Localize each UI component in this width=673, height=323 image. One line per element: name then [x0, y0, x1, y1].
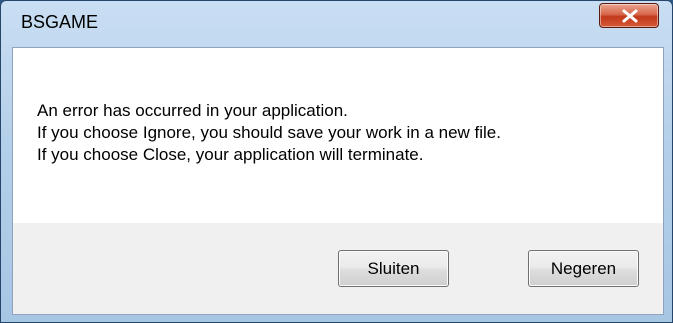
close-x-icon: [622, 9, 638, 23]
close-window-button[interactable]: [599, 3, 659, 28]
error-dialog-window: BSGAME An error has occurred in your app…: [0, 0, 673, 323]
sluiten-button[interactable]: Sluiten: [338, 250, 449, 287]
dialog-client-area: An error has occurred in your applicatio…: [12, 47, 664, 315]
message-line-1: An error has occurred in your applicatio…: [37, 101, 348, 120]
message-line-3: If you choose Close, your application wi…: [37, 145, 424, 164]
message-area: An error has occurred in your applicatio…: [13, 48, 663, 223]
error-message: An error has occurred in your applicatio…: [37, 100, 501, 166]
message-line-2: If you choose Ignore, you should save yo…: [37, 123, 501, 142]
negeren-button[interactable]: Negeren: [528, 250, 639, 287]
window-title: BSGAME: [21, 12, 99, 32]
title-bar[interactable]: BSGAME: [1, 1, 672, 47]
